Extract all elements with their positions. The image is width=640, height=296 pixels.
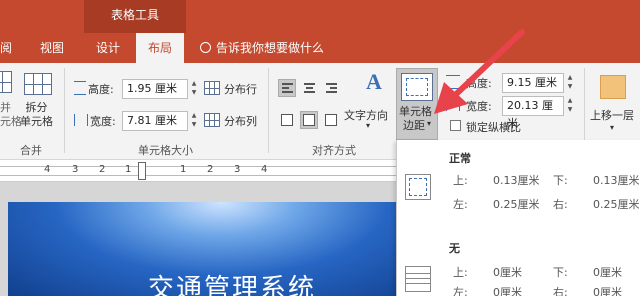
merge-cells-icon bbox=[0, 71, 12, 97]
cell-margins-label-line2: 边距 bbox=[403, 119, 425, 132]
margin-bottom-value: 0.13厘米 bbox=[593, 174, 640, 187]
margin-preset-none[interactable]: 上: 0厘米 下: 0厘米 左: 0厘米 右: 0厘米 bbox=[397, 258, 640, 296]
tell-me-text: 告诉我你想要做什么 bbox=[216, 41, 325, 55]
horizontal-ruler[interactable]: 4 3 2 1 1 2 3 4 bbox=[0, 160, 396, 182]
ruler-number: 1 bbox=[180, 164, 187, 175]
alignment-group-label: 对齐方式 bbox=[312, 144, 356, 157]
table-tools-context-label: 表格工具 bbox=[84, 0, 186, 33]
margin-top-value: 0.13厘米 bbox=[493, 174, 540, 187]
slide-title[interactable]: 交通管理系统 bbox=[148, 268, 316, 296]
margin-bottom-value: 0厘米 bbox=[593, 266, 622, 279]
margin-bottom-label: 下: bbox=[553, 174, 568, 187]
align-center-button[interactable] bbox=[300, 79, 318, 97]
cell-width-input[interactable]: 7.81 厘米 bbox=[122, 111, 188, 131]
margin-preset-normal-title: 正常 bbox=[449, 152, 471, 165]
distribute-columns-icon bbox=[204, 113, 220, 127]
align-bottom-button[interactable] bbox=[322, 111, 340, 129]
cell-height-label: 高度: bbox=[88, 83, 114, 96]
tab-layout[interactable]: 布局 bbox=[136, 33, 184, 63]
margin-left-value: 0.25厘米 bbox=[493, 198, 540, 211]
cell-height-spinner[interactable]: ▲ ▼ bbox=[189, 79, 199, 99]
margin-none-icon bbox=[405, 266, 431, 292]
cell-size-group-label: 单元格大小 bbox=[138, 144, 193, 157]
margin-normal-icon bbox=[405, 174, 431, 200]
ruler-indent-marker[interactable] bbox=[138, 162, 146, 180]
cell-height-icon bbox=[74, 81, 86, 95]
merge-cells-button-label[interactable]: 并 元格 bbox=[0, 101, 22, 129]
cell-margins-icon bbox=[401, 73, 433, 101]
distribute-rows-button[interactable]: 分布行 bbox=[224, 81, 257, 97]
margin-top-label: 上: bbox=[453, 266, 468, 279]
margin-right-value: 0.25厘米 bbox=[593, 198, 640, 211]
ruler-number: 2 bbox=[207, 164, 214, 175]
split-cells-button[interactable]: 拆分 单元格 bbox=[20, 101, 53, 129]
distribute-rows-icon bbox=[204, 81, 220, 95]
ruler-number: 3 bbox=[72, 164, 79, 175]
margin-preset-normal[interactable]: 上: 0.13厘米 下: 0.13厘米 左: 0.25厘米 右: 0.25厘米 bbox=[397, 166, 640, 216]
distribute-columns-button[interactable]: 分布列 bbox=[224, 113, 257, 129]
align-left-button[interactable] bbox=[278, 79, 296, 97]
table-height-spinner[interactable]: ▲ ▼ bbox=[565, 73, 575, 93]
ruler-number: 1 bbox=[125, 164, 132, 175]
slide-canvas: 交通管理系统 bbox=[0, 182, 396, 296]
cell-margins-dropdown-icon: ▾ bbox=[427, 119, 432, 128]
cell-width-label: 宽度: bbox=[90, 115, 116, 128]
group-separator bbox=[268, 68, 269, 153]
split-cells-icon bbox=[24, 73, 52, 97]
merge-group-label: 合并 bbox=[20, 144, 42, 157]
group-separator bbox=[64, 68, 65, 153]
margin-left-value: 0厘米 bbox=[493, 286, 522, 296]
tab-view[interactable]: 视图 bbox=[40, 33, 64, 63]
ruler-number: 4 bbox=[44, 164, 51, 175]
tab-review[interactable]: 阅 bbox=[0, 33, 12, 63]
align-top-button[interactable] bbox=[278, 111, 296, 129]
margin-right-label: 右: bbox=[553, 286, 568, 296]
bring-forward-dropdown-icon: ▾ bbox=[610, 123, 615, 132]
cell-margins-menu: 正常 上: 0.13厘米 下: 0.13厘米 左: 0.25厘米 右: 0.25… bbox=[396, 140, 640, 296]
margin-top-label: 上: bbox=[453, 174, 468, 187]
bring-forward-button[interactable]: 上移一层 bbox=[590, 107, 634, 123]
lightbulb-icon bbox=[200, 42, 211, 53]
text-direction-icon: A bbox=[366, 69, 382, 94]
ruler-number: 3 bbox=[234, 164, 241, 175]
lock-aspect-ratio-checkbox[interactable] bbox=[450, 120, 461, 131]
table-width-spinner[interactable]: ▲ ▼ bbox=[565, 96, 575, 116]
annotation-arrow-icon bbox=[434, 29, 525, 114]
margin-bottom-label: 下: bbox=[553, 266, 568, 279]
cell-height-input[interactable]: 1.95 厘米 bbox=[122, 79, 188, 99]
cell-width-icon bbox=[74, 114, 88, 126]
margin-left-label: 左: bbox=[453, 198, 468, 211]
align-right-button[interactable] bbox=[322, 79, 340, 97]
cell-width-spinner[interactable]: ▲ ▼ bbox=[189, 111, 199, 131]
align-middle-button[interactable] bbox=[300, 111, 318, 129]
tab-design[interactable]: 设计 bbox=[96, 33, 120, 63]
margin-top-value: 0厘米 bbox=[493, 266, 522, 279]
lock-aspect-ratio-label: 锁定纵横比 bbox=[466, 121, 521, 134]
ruler-number: 2 bbox=[99, 164, 106, 175]
slide[interactable]: 交通管理系统 bbox=[8, 202, 396, 296]
ruler-number: 4 bbox=[261, 164, 268, 175]
text-direction-dropdown-icon: ▾ bbox=[366, 121, 371, 130]
tell-me-search[interactable]: 告诉我你想要做什么 bbox=[200, 33, 324, 63]
margin-left-label: 左: bbox=[453, 286, 468, 296]
margin-right-value: 0厘米 bbox=[593, 286, 622, 296]
margin-preset-none-title: 无 bbox=[449, 242, 460, 255]
bring-forward-icon bbox=[600, 75, 626, 99]
ribbon-tab-bar: 阅 视图 设计 布局 告诉我你想要做什么 bbox=[0, 33, 640, 63]
margin-right-label: 右: bbox=[553, 198, 568, 211]
